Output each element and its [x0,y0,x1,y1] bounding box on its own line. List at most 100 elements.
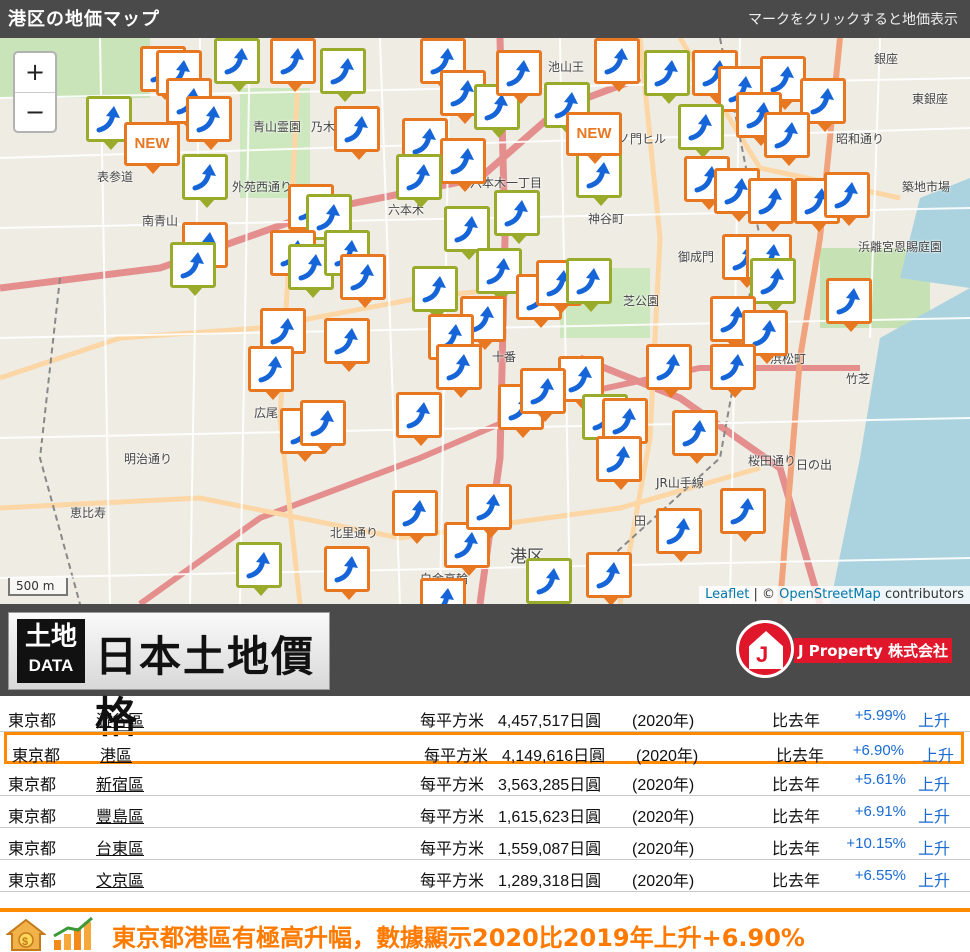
ward-link[interactable]: 台東區 [96,835,144,859]
rising-arrow-icon [720,354,744,381]
price-cell: 4,149,616日圓 [502,748,606,765]
price-marker[interactable] [300,400,346,454]
page-title: 港区の地価マップ [8,9,160,30]
rising-arrow-icon [280,48,304,75]
price-marker[interactable] [392,490,438,544]
price-marker[interactable] [236,542,282,596]
price-marker[interactable] [586,552,632,604]
map-label: ノ門ヒル [618,132,667,146]
price-marker[interactable] [672,410,718,464]
price-marker[interactable] [646,344,692,398]
price-marker[interactable] [466,484,512,538]
price-marker[interactable] [182,154,228,208]
year-cell: (2020年) [636,748,699,765]
attribution-contributors: contributors [880,587,964,602]
rising-arrow-icon [596,562,620,589]
ward-link[interactable]: 文京區 [96,867,144,891]
price-marker[interactable] [396,154,442,208]
map-hint: マークをクリックすると地価表示 [748,12,958,28]
rising-arrow-icon [654,60,678,87]
price-cell: 1,615,623日圓 [498,809,602,826]
price-marker[interactable] [678,104,724,158]
price-marker[interactable] [710,344,756,398]
map-label: 銀座 [874,52,899,66]
company-name: J Property 株式会社 [794,638,952,663]
price-marker[interactable] [248,346,294,400]
ward-link[interactable]: 澀谷區 [96,707,144,731]
leaflet-link[interactable]: Leaflet [705,587,749,602]
price-marker[interactable] [594,38,640,92]
price-marker[interactable] [324,318,370,372]
price-marker[interactable] [214,38,260,92]
unit-cell: 每平方米 [420,807,485,826]
price-marker[interactable] [334,106,380,160]
rising-arrow-icon [344,116,368,143]
price-marker[interactable] [436,344,482,398]
land-price-map[interactable]: 表参道 青山霊園 乃木坂 六本木一丁目 六本木 神谷町 御成門 芝公園 浜離宮恩… [0,38,970,604]
price-marker[interactable] [396,392,442,446]
price-marker[interactable] [340,254,386,308]
rising-arrow-icon [196,106,220,133]
svg-text:$: $ [22,936,28,948]
rising-arrow-icon [450,148,474,175]
rising-arrow-icon [258,356,282,383]
zoom-in-button[interactable]: + [15,53,55,92]
rising-arrow-icon [454,216,478,243]
ward-link[interactable]: 港區 [100,742,132,766]
price-marker[interactable] [494,190,540,244]
j-property-logo: J J Property 株式会社 [732,614,956,686]
banner-text: 東京都港區有極高升幅，數據顯示2020比2019年上升+6.90% [112,924,805,952]
map-label: 池山王 [548,60,585,74]
price-marker[interactable] [440,138,486,192]
growth-chart-icon [53,916,93,950]
rising-arrow-icon [682,420,706,447]
price-marker[interactable] [596,436,642,490]
rising-arrow-icon [270,318,294,345]
price-marker[interactable] [824,172,870,226]
price-marker[interactable] [826,278,872,332]
price-marker[interactable] [444,206,490,260]
percent-cell: +6.90% [852,742,904,759]
map-label: 昭和通り [836,132,885,146]
price-marker[interactable] [748,178,794,232]
ward-link[interactable]: 新宿區 [96,771,144,795]
osm-link[interactable]: OpenStreetMap [779,587,881,602]
prefecture-cell: 東京都 [12,746,61,765]
price-marker[interactable] [420,578,466,604]
logo-band: 土地 DATA 日本土地價格 J J Property 株式会社 [0,604,970,742]
price-marker[interactable] [764,112,810,166]
map-label: 明治通り [124,452,173,466]
price-marker[interactable] [320,48,366,102]
year-cell: (2020年) [632,841,695,858]
trend-cell: 上升 [918,871,951,890]
price-marker[interactable] [750,258,796,312]
price-marker[interactable] [656,508,702,562]
price-marker[interactable] [526,558,572,604]
rising-arrow-icon [330,58,354,85]
unit-cell: 每平方米 [420,711,485,730]
table-row: 東京都 文京區 每平方米 1,289,318日圓 (2020年) 比去年 +6.55% 上升 [0,860,970,892]
zoom-out-button[interactable]: − [15,92,55,131]
price-marker[interactable] [324,546,370,600]
unit-cell: 每平方米 [420,839,485,858]
rising-arrow-icon [246,552,270,579]
rising-arrow-icon [96,106,120,133]
new-marker[interactable]: NEW [124,122,180,174]
table-row: 東京都 澀谷區 每平方米 4,457,517日圓 (2020年) 比去年 +5.99% 上升 [0,700,970,732]
price-marker[interactable] [186,96,232,150]
price-marker[interactable] [270,38,316,92]
price-marker[interactable] [496,50,542,104]
new-marker[interactable]: NEW [566,112,622,164]
year-cell: (2020年) [632,713,695,730]
price-marker[interactable] [720,488,766,542]
percent-cell: +5.99% [854,707,906,724]
ward-link[interactable]: 豐島區 [96,803,144,827]
price-marker[interactable] [644,50,690,104]
price-marker[interactable] [170,242,216,296]
price-marker[interactable] [520,368,566,422]
year-cell: (2020年) [632,873,695,890]
price-marker[interactable] [412,266,458,320]
rising-arrow-icon [406,164,430,191]
land-data-icon: 土地 DATA [17,619,85,683]
price-marker[interactable] [566,258,612,312]
